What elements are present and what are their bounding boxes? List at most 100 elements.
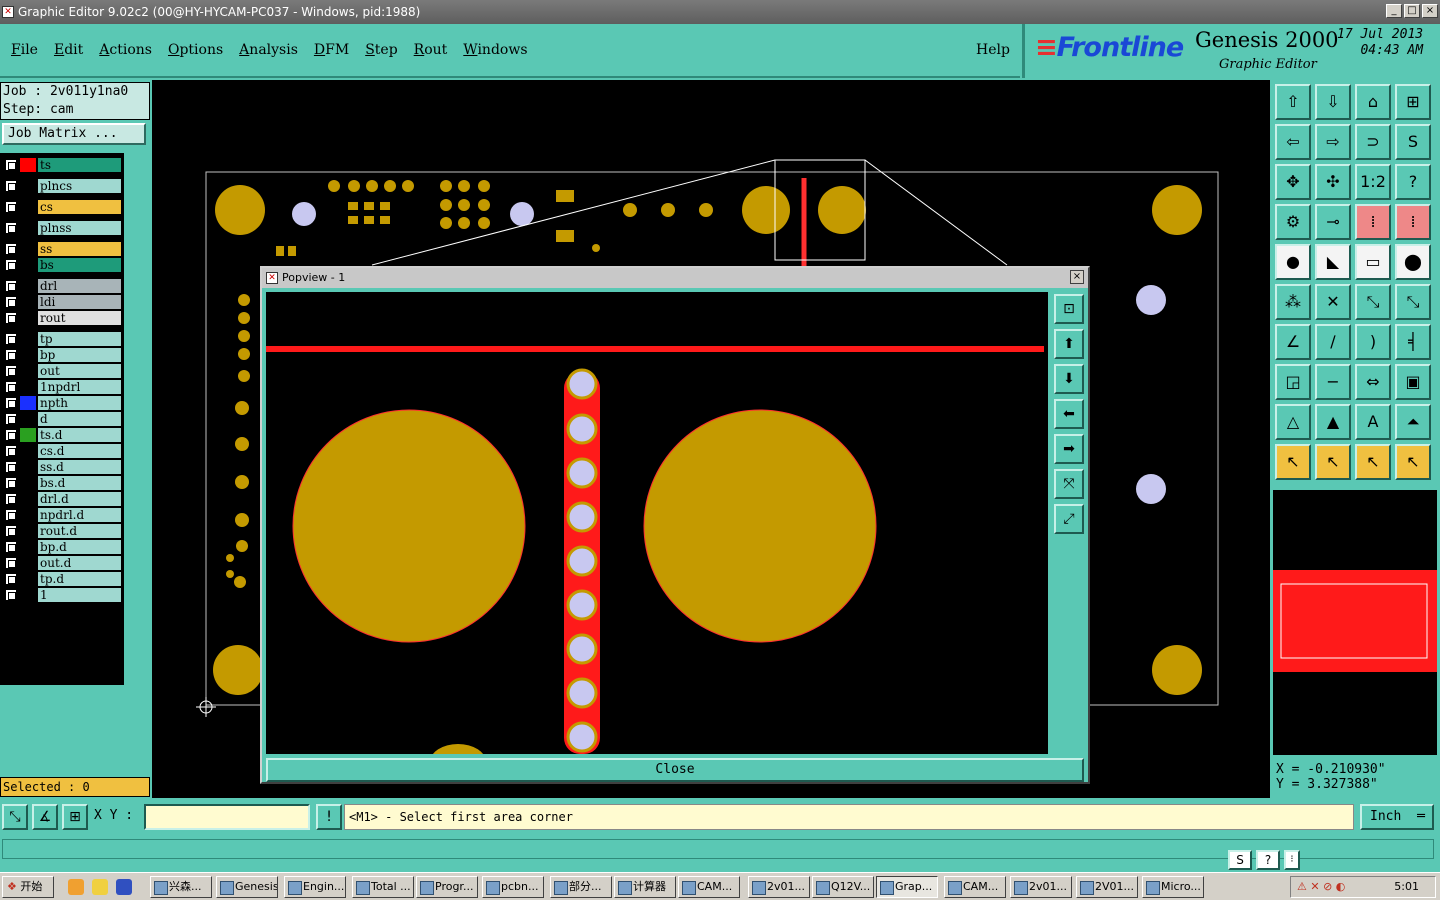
- layer-row-plncs[interactable]: plncs: [3, 179, 121, 193]
- group-icon[interactable]: ▣: [1395, 364, 1431, 400]
- flag-icon[interactable]: ╡: [1395, 324, 1431, 360]
- layer-row-rout[interactable]: rout: [3, 311, 121, 325]
- layer-checkbox[interactable]: [5, 201, 17, 213]
- layer-checkbox[interactable]: [5, 557, 17, 569]
- layer-row-cs-d[interactable]: cs.d: [3, 444, 121, 458]
- snap-icon[interactable]: ⤡: [2, 804, 28, 830]
- layer-row-1npdrl[interactable]: 1npdrl: [3, 380, 121, 394]
- alert-icon[interactable]: !: [316, 804, 342, 830]
- triangle-a-icon[interactable]: A: [1355, 404, 1391, 440]
- menu-step[interactable]: Step: [365, 42, 397, 58]
- delete-node-icon[interactable]: ✕: [1315, 284, 1351, 320]
- help-icon[interactable]: ?: [1256, 850, 1280, 870]
- layer-checkbox[interactable]: [5, 413, 17, 425]
- taskbar-item[interactable]: pcbn...: [482, 876, 544, 898]
- triangle-up-icon[interactable]: ▲: [1315, 404, 1351, 440]
- taskbar-item[interactable]: CAM...: [678, 876, 740, 898]
- layer-checkbox[interactable]: [5, 509, 17, 521]
- layer-checkbox[interactable]: [5, 222, 17, 234]
- home-icon[interactable]: ⌂: [1355, 84, 1391, 120]
- measure-icon[interactable]: ⊸: [1315, 204, 1351, 240]
- angle-snap-icon[interactable]: ∡: [32, 804, 58, 830]
- layer-checkbox[interactable]: [5, 525, 17, 537]
- layer-row-tp-d[interactable]: tp.d: [3, 572, 121, 586]
- taskbar-item[interactable]: Genesis: [216, 876, 278, 898]
- layer-row-out[interactable]: out: [3, 364, 121, 378]
- route-pointer-icon[interactable]: ↖: [1395, 444, 1431, 480]
- taskbar-item[interactable]: Micro...: [1142, 876, 1204, 898]
- layer-row-bs-d[interactable]: bs.d: [3, 476, 121, 490]
- unit-selector[interactable]: Inch ═: [1360, 804, 1434, 830]
- layer-row-ldi[interactable]: ldi: [3, 295, 121, 309]
- layer-checkbox[interactable]: [5, 461, 17, 473]
- layer-checkbox[interactable]: [5, 312, 17, 324]
- line-draw-icon[interactable]: ◣: [1315, 244, 1351, 280]
- layer-row-1[interactable]: 1: [3, 588, 121, 602]
- window-titlebar[interactable]: ✕ Graphic Editor 9.02c2 (00@HY-HYCAM-PC0…: [0, 0, 1440, 24]
- home-up-icon[interactable]: ⇧: [1275, 84, 1311, 120]
- menu-help[interactable]: Help: [976, 42, 1010, 58]
- circle-fill-icon[interactable]: ⬤: [1395, 244, 1431, 280]
- menu-dfm[interactable]: DFM: [314, 42, 349, 58]
- grid-icon[interactable]: ⊞: [62, 804, 88, 830]
- layer-checkbox[interactable]: [5, 493, 17, 505]
- triangle-icon[interactable]: △: [1275, 404, 1311, 440]
- maximize-button[interactable]: □: [1404, 4, 1420, 18]
- help-query-icon[interactable]: ?: [1395, 164, 1431, 200]
- layer-row-drl-d[interactable]: drl.d: [3, 492, 121, 506]
- taskbar-item[interactable]: Progr...: [416, 876, 478, 898]
- zoom-fit-icon[interactable]: ⊡: [1054, 294, 1084, 324]
- layer-row-bs[interactable]: bs: [3, 258, 121, 272]
- quicklaunch-desktop-icon[interactable]: [68, 879, 84, 895]
- layer-row-drl[interactable]: drl: [3, 279, 121, 293]
- layer-checkbox[interactable]: [5, 397, 17, 409]
- horizontal-line-icon[interactable]: −: [1315, 364, 1351, 400]
- more-icon[interactable]: ⁝: [1284, 850, 1300, 870]
- popview-canvas[interactable]: [266, 292, 1048, 754]
- pan-left-tool-icon[interactable]: ⇦: [1275, 124, 1311, 160]
- taskbar-item[interactable]: 兴森...: [150, 876, 212, 898]
- job-matrix-button[interactable]: Job Matrix ...: [2, 123, 146, 145]
- menu-file[interactable]: File: [11, 42, 38, 58]
- layer-row-out-d[interactable]: out.d: [3, 556, 121, 570]
- zoom-ratio-icon[interactable]: 1:2: [1355, 164, 1391, 200]
- link-red-icon[interactable]: ⤡: [1355, 284, 1391, 320]
- mirror-icon[interactable]: ⊃: [1355, 124, 1391, 160]
- taskbar-item[interactable]: Total ...: [352, 876, 414, 898]
- pan-right-icon[interactable]: ➡: [1054, 434, 1084, 464]
- menu-analysis[interactable]: Analysis: [239, 42, 298, 58]
- s-app-icon[interactable]: S: [1228, 850, 1252, 870]
- layer-checkbox[interactable]: [5, 445, 17, 457]
- xy-input[interactable]: [144, 804, 310, 830]
- pan-up-icon[interactable]: ⬆: [1054, 329, 1084, 359]
- pan-left-icon[interactable]: ⬅: [1054, 399, 1084, 429]
- taskbar-item[interactable]: 部分...: [550, 876, 612, 898]
- layer-checkbox[interactable]: [5, 243, 17, 255]
- layer-checkbox[interactable]: [5, 381, 17, 393]
- quicklaunch-ie-icon[interactable]: [116, 879, 132, 895]
- pan-right-tool-icon[interactable]: ⇨: [1315, 124, 1351, 160]
- quicklaunch-clock-icon[interactable]: [92, 879, 108, 895]
- settings-icon[interactable]: ⚙: [1275, 204, 1311, 240]
- popview-titlebar[interactable]: ✕ Popview - 1 ×: [262, 268, 1088, 288]
- menu-windows[interactable]: Windows: [463, 42, 527, 58]
- close-button[interactable]: ×: [1422, 4, 1438, 18]
- layer-row-ts-d[interactable]: ts.d: [3, 428, 121, 442]
- layer-row-ss[interactable]: ss: [3, 242, 121, 256]
- minimize-button[interactable]: _: [1386, 4, 1402, 18]
- taskbar-item[interactable]: Q12V...: [812, 876, 874, 898]
- diagonal-line-icon[interactable]: ∕: [1315, 324, 1351, 360]
- arc-icon[interactable]: ): [1355, 324, 1391, 360]
- layer-row-ts[interactable]: ts: [3, 158, 121, 172]
- layer-row-npth[interactable]: npth: [3, 396, 121, 410]
- layer-row-npdrl-d[interactable]: npdrl.d: [3, 508, 121, 522]
- link-blue-icon[interactable]: ⤡: [1395, 284, 1431, 320]
- window-split-icon[interactable]: ⊞: [1395, 84, 1431, 120]
- zoom-out-icon[interactable]: ⤢: [1054, 504, 1084, 534]
- layer-checkbox[interactable]: [5, 365, 17, 377]
- menu-options[interactable]: Options: [168, 42, 223, 58]
- layer-checkbox[interactable]: [5, 280, 17, 292]
- redraw-icon[interactable]: S: [1395, 124, 1431, 160]
- popview-close-icon[interactable]: ×: [1070, 270, 1084, 284]
- layer-checkbox[interactable]: [5, 349, 17, 361]
